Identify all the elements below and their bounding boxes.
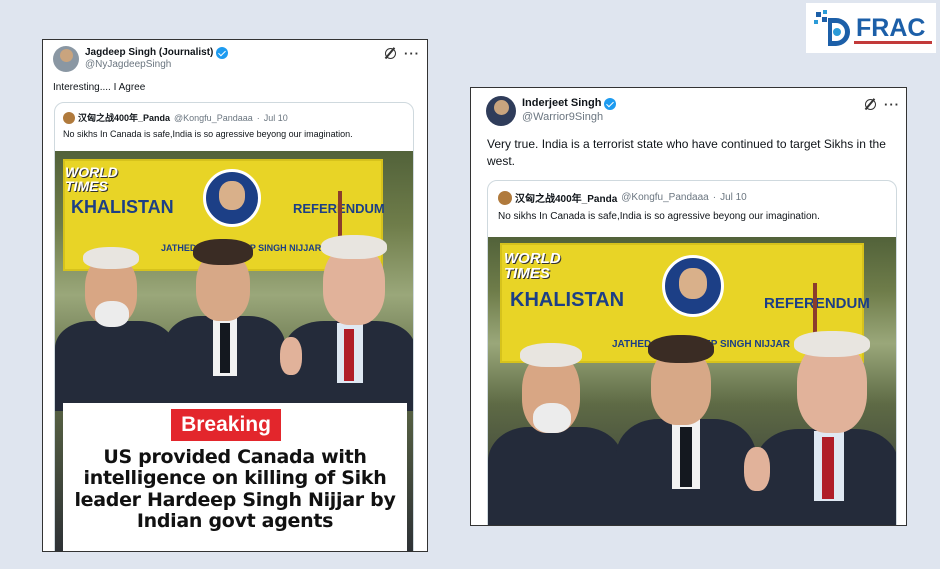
tweet-tools: ··· xyxy=(865,97,900,112)
grok-icon[interactable] xyxy=(385,48,396,59)
person-2-hair xyxy=(193,239,253,265)
quote-separator: · xyxy=(256,112,260,123)
quote-image[interactable]: KHALISTAN REFERENDUM JATHEDAR HARDEEP SI… xyxy=(55,151,413,551)
person-1-beard xyxy=(533,403,571,433)
person-2-tie xyxy=(680,427,692,487)
quote-author-handle[interactable]: @Kongfu_Pandaaa xyxy=(621,192,708,203)
tweet-card-right[interactable]: Inderjeet Singh @Warrior9Singh ··· Very … xyxy=(470,87,907,526)
quote-image[interactable]: KHALISTAN REFERENDUM JATHEDAR HARDEEP SI… xyxy=(488,237,896,525)
dfrac-logo-icon xyxy=(814,10,850,46)
verified-badge-icon xyxy=(216,46,229,59)
author-name[interactable]: Jagdeep Singh (Journalist) xyxy=(85,47,213,60)
author-avatar[interactable] xyxy=(486,96,516,126)
verified-badge-icon xyxy=(604,98,617,111)
watermark-line-2: TIMES xyxy=(65,178,108,194)
quote-avatar[interactable] xyxy=(498,190,512,205)
breaking-news-card: Breaking US provided Canada with intelli… xyxy=(63,403,407,551)
grok-icon[interactable] xyxy=(865,99,876,110)
tweet-header: Jagdeep Singh (Journalist) @NyJagdeepSin… xyxy=(53,46,229,72)
watermark-line-2: TIMES xyxy=(504,265,550,282)
breaking-headline: US provided Canada with intelligence on … xyxy=(74,446,396,533)
person-2-hair xyxy=(648,335,714,363)
person-1-suit xyxy=(488,427,623,525)
person-3-hand xyxy=(280,337,302,375)
more-options-icon[interactable]: ··· xyxy=(884,97,900,112)
world-times-watermark: WORLD TIMES xyxy=(65,165,118,193)
person-3-hand xyxy=(744,447,770,491)
tweet-header: Inderjeet Singh @Warrior9Singh xyxy=(486,96,617,126)
person-1-beard xyxy=(95,301,129,327)
banner-portrait xyxy=(203,169,261,227)
banner-left-text: KHALISTAN xyxy=(510,289,625,311)
quote-date[interactable]: Jul 10 xyxy=(264,113,288,123)
dfrac-logo-text: FRAC xyxy=(856,13,926,42)
person-3-hair xyxy=(321,235,387,259)
quote-separator: · xyxy=(712,192,717,203)
person-3-tie xyxy=(344,329,354,381)
person-1-hair xyxy=(520,343,582,367)
tweet-text: Interesting.... I Agree xyxy=(53,82,146,93)
tweet-text: Very true. India is a terrorist state wh… xyxy=(487,137,886,169)
tweet-card-left[interactable]: Jagdeep Singh (Journalist) @NyJagdeepSin… xyxy=(42,39,428,552)
banner-left-text: KHALISTAN xyxy=(71,197,174,217)
logo-underline xyxy=(854,41,932,44)
person-3-hair xyxy=(794,331,870,357)
world-times-watermark: WORLD TIMES xyxy=(504,251,561,281)
person-1-hair xyxy=(83,247,139,269)
person-2-tie xyxy=(220,323,230,373)
watermark-line-1: WORLD xyxy=(65,164,118,180)
quoted-tweet[interactable]: 汉匈之战400年_Panda @Kongfu_Pandaaa · Jul 10 … xyxy=(54,102,414,551)
author-avatar[interactable] xyxy=(53,46,79,72)
banner-portrait xyxy=(662,255,724,317)
quote-author-name[interactable]: 汉匈之战400年_Panda xyxy=(78,111,170,124)
tweet-tools: ··· xyxy=(385,46,420,61)
author-handle[interactable]: @Warrior9Singh xyxy=(522,111,616,125)
quote-text: No sikhs In Canada is safe,India is so a… xyxy=(498,211,820,222)
quote-avatar[interactable] xyxy=(63,111,75,124)
quoted-tweet[interactable]: 汉匈之战400年_Panda @Kongfu_Pandaaa · Jul 10 … xyxy=(487,180,897,525)
quote-date[interactable]: Jul 10 xyxy=(720,192,747,203)
breaking-label: Breaking xyxy=(171,409,281,441)
quote-author-name[interactable]: 汉匈之战400年_Panda xyxy=(515,190,617,205)
person-3-tie xyxy=(822,437,834,499)
quote-text: No sikhs In Canada is safe,India is so a… xyxy=(63,129,353,139)
person-1-suit xyxy=(55,321,175,411)
author-name[interactable]: Inderjeet Singh xyxy=(522,97,601,111)
watermark-line-1: WORLD xyxy=(504,250,561,267)
quote-author-handle[interactable]: @Kongfu_Pandaaa xyxy=(174,113,253,123)
dfrac-logo: FRAC xyxy=(806,3,936,53)
more-options-icon[interactable]: ··· xyxy=(404,46,420,61)
author-handle[interactable]: @NyJagdeepSingh xyxy=(85,59,228,72)
